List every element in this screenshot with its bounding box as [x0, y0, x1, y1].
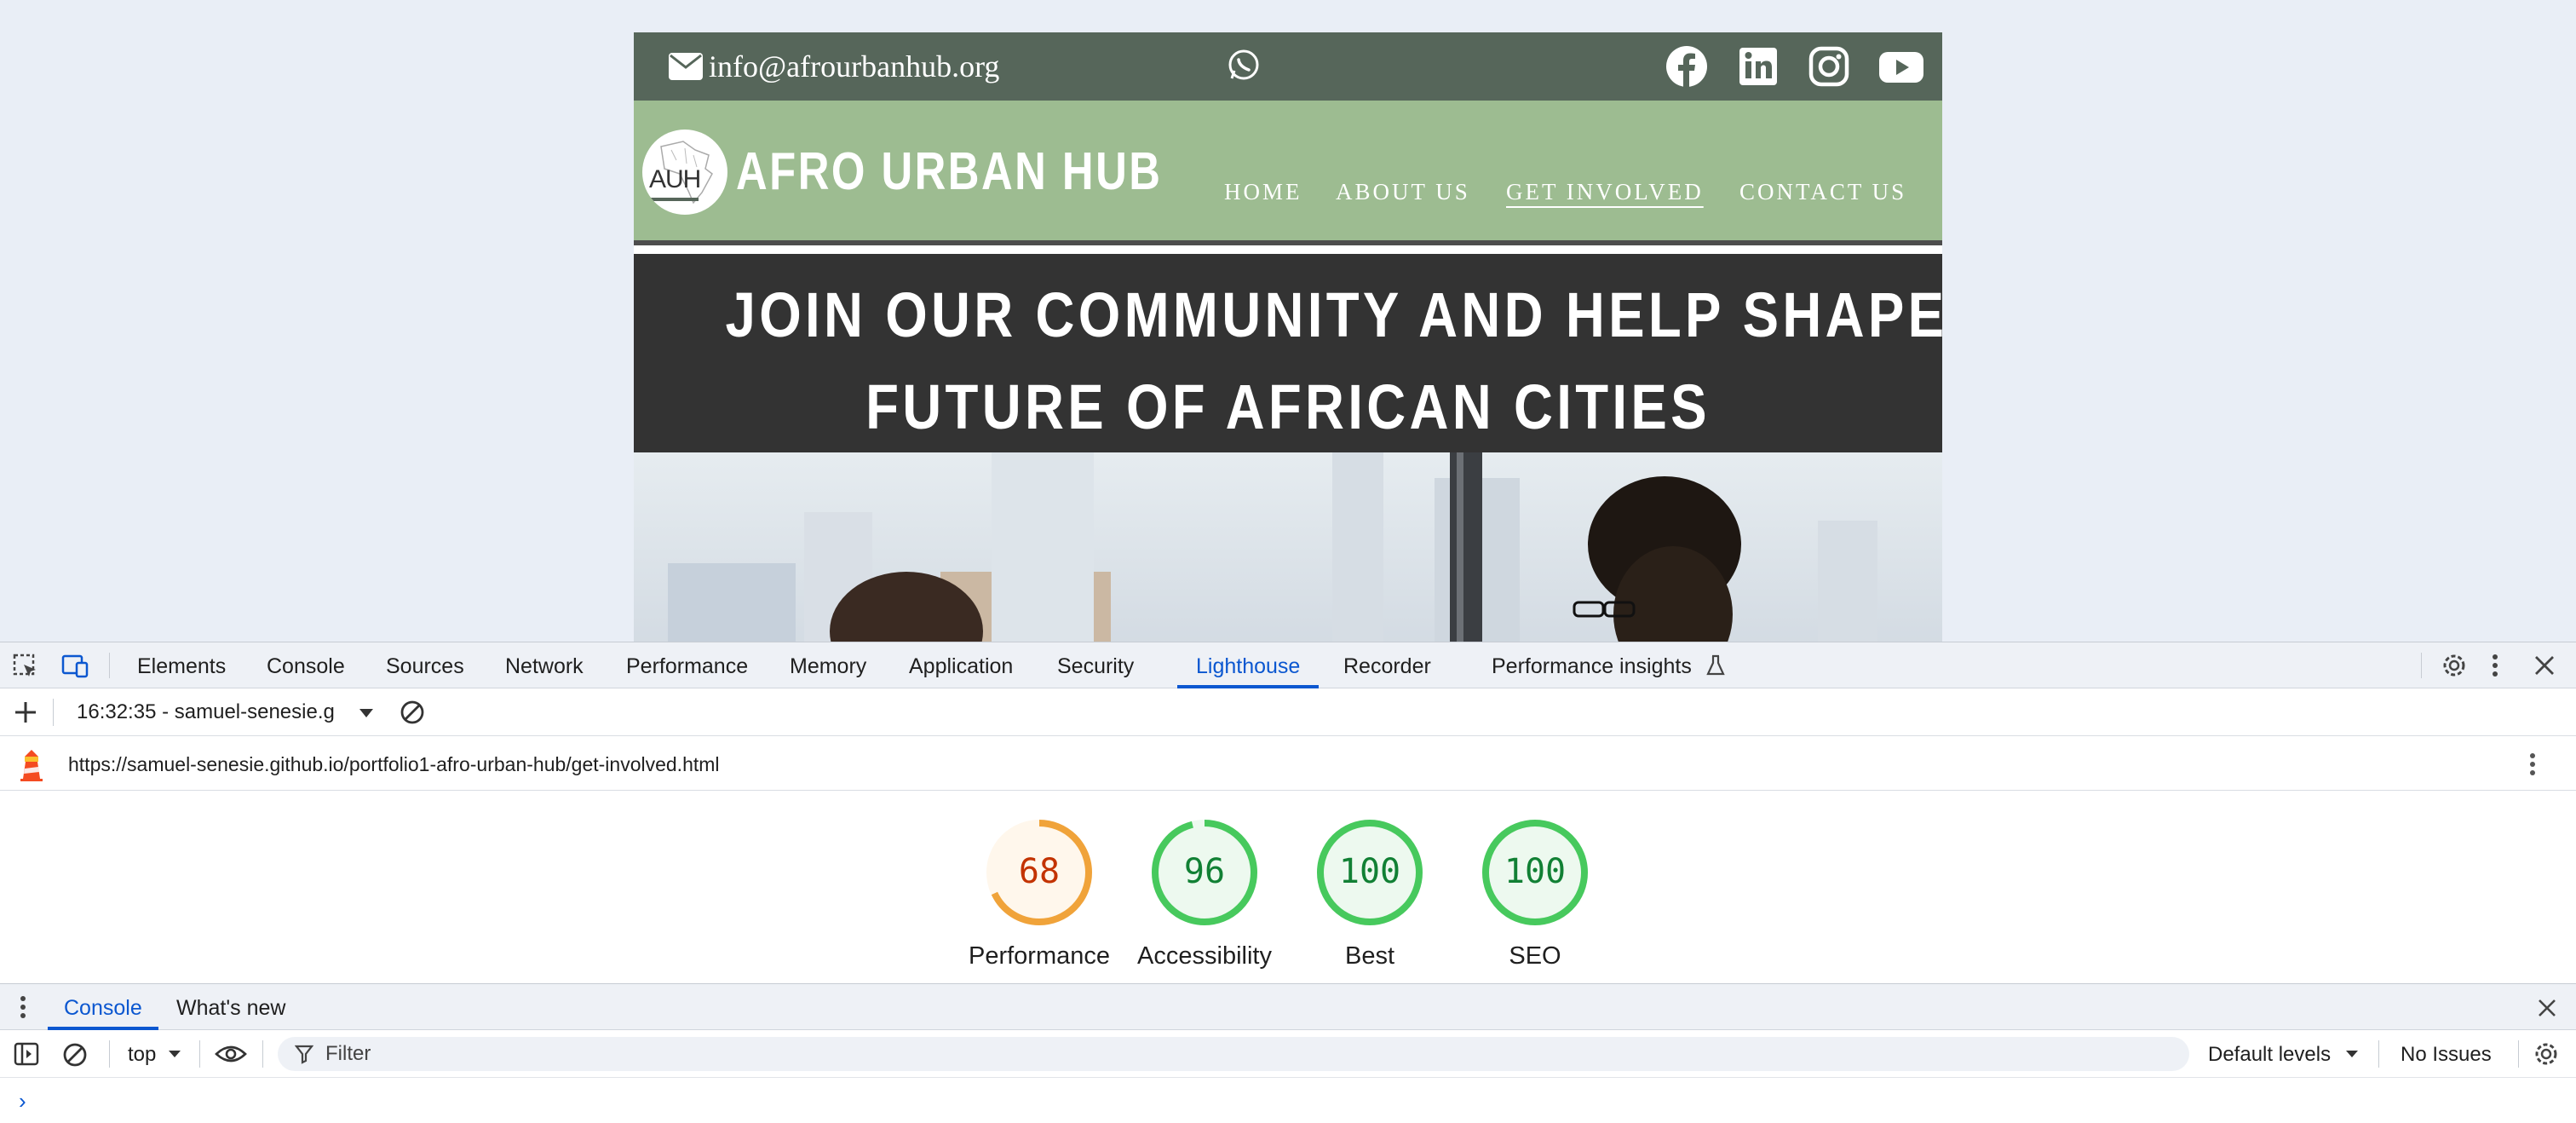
- score-value: 96: [1184, 852, 1225, 891]
- main-navbar: AUH AFRO URBAN HUB HOME ABOUT US GET INV…: [634, 101, 1942, 245]
- lighthouse-logo-icon: [17, 748, 46, 782]
- logo-text: AUH: [649, 165, 701, 193]
- score-ring: 96: [1152, 820, 1257, 925]
- score-value: 100: [1339, 852, 1400, 891]
- linkedin-icon[interactable]: [1738, 44, 1779, 89]
- email-link[interactable]: info@afrourbanhub.org: [668, 46, 999, 87]
- devtools-tabbar: Elements Console Sources Network Perform…: [0, 642, 2576, 688]
- nav-contact-us[interactable]: CONTACT US: [1739, 179, 1906, 205]
- nav-get-involved[interactable]: GET INVOLVED: [1506, 179, 1704, 205]
- log-levels-select[interactable]: Default levels: [2208, 1043, 2331, 1067]
- score-ring: 68: [986, 820, 1092, 925]
- devtools-panel: Elements Console Sources Network Perform…: [0, 642, 2576, 1123]
- levels-dropdown-icon[interactable]: [2344, 1049, 2360, 1059]
- drawer-menu-icon[interactable]: [19, 994, 27, 1020]
- new-report-plus-icon[interactable]: [14, 700, 37, 724]
- score-ring: 100: [1482, 820, 1588, 925]
- tab-security[interactable]: Security: [1057, 642, 1134, 688]
- report-dropdown-icon[interactable]: [358, 707, 375, 719]
- facebook-icon[interactable]: [1665, 44, 1709, 89]
- live-expression-eye-icon[interactable]: [215, 1042, 247, 1066]
- score-value: 68: [1019, 852, 1060, 891]
- drawer-tabbar: Console What's new: [0, 984, 2576, 1030]
- tab-elements[interactable]: Elements: [137, 642, 226, 688]
- lighthouse-toolbar: 16:32:35 - samuel-senesie.g: [0, 688, 2576, 736]
- tab-memory[interactable]: Memory: [790, 642, 866, 688]
- close-devtools-icon[interactable]: [2533, 654, 2556, 677]
- hero-title-line-2: FUTURE OF AFRICAN CITIES: [865, 371, 1711, 442]
- close-drawer-icon[interactable]: [2537, 998, 2557, 1018]
- drawer-tab-whats-new[interactable]: What's new: [176, 984, 285, 1030]
- console-sidebar-icon[interactable]: [14, 1042, 39, 1066]
- hero-photo: [634, 452, 1942, 642]
- hero-title: JOIN OUR COMMUNITY AND HELP SHAPE THE FU…: [726, 269, 1942, 453]
- tab-console[interactable]: Console: [267, 642, 345, 688]
- instagram-icon[interactable]: [1808, 44, 1850, 89]
- tab-performance[interactable]: Performance: [626, 642, 748, 688]
- envelope-icon: [669, 53, 703, 80]
- more-options-icon[interactable]: [2491, 653, 2499, 678]
- contact-topbar: info@afrourbanhub.org: [634, 32, 1942, 101]
- console-filter[interactable]: [278, 1037, 2189, 1071]
- flask-icon: [1705, 654, 1726, 677]
- tab-recorder[interactable]: Recorder: [1343, 642, 1431, 688]
- report-menu-icon[interactable]: [2528, 752, 2537, 777]
- brand-name[interactable]: AFRO URBAN HUB: [736, 141, 1162, 202]
- lighthouse-report: 68 Performance 96 Accessibility 100 Best 100 SE…: [0, 791, 2576, 983]
- drawer-tab-console[interactable]: Console: [48, 984, 158, 1030]
- clear-console-icon[interactable]: [61, 1041, 89, 1068]
- inspect-element-icon[interactable]: [12, 653, 39, 680]
- audited-url: https://samuel-senesie.github.io/portfol…: [68, 753, 720, 775]
- site-logo[interactable]: AUH: [642, 130, 727, 215]
- hero-banner: JOIN OUR COMMUNITY AND HELP SHAPE THE FU…: [634, 254, 1942, 452]
- tab-sources[interactable]: Sources: [386, 642, 464, 688]
- score-gauge-seo[interactable]: 100 SEO: [1433, 816, 1637, 970]
- score-value: 100: [1504, 852, 1566, 891]
- tab-application[interactable]: Application: [909, 642, 1013, 688]
- page-viewport: info@afrourbanhub.org AUH AFRO URBAN HUB…: [0, 0, 2576, 642]
- console-settings-icon[interactable]: [2532, 1039, 2561, 1068]
- device-toolbar-icon[interactable]: [60, 653, 90, 680]
- website: info@afrourbanhub.org AUH AFRO URBAN HUB…: [634, 32, 1942, 642]
- nav-home[interactable]: HOME: [1224, 179, 1302, 205]
- report-select[interactable]: 16:32:35 - samuel-senesie.g: [77, 700, 351, 724]
- whatsapp-icon[interactable]: [1227, 48, 1261, 82]
- context-select[interactable]: top: [128, 1043, 156, 1067]
- tab-performance-insights[interactable]: Performance insights: [1492, 642, 1692, 688]
- console-toolbar: top Default levels No Issues: [0, 1030, 2576, 1078]
- nav-about-us[interactable]: ABOUT US: [1336, 179, 1470, 205]
- filter-funnel-icon: [295, 1044, 313, 1064]
- score-ring: 100: [1317, 820, 1423, 925]
- issues-counter[interactable]: No Issues: [2401, 1043, 2492, 1067]
- tab-network[interactable]: Network: [505, 642, 584, 688]
- lighthouse-urlbar: https://samuel-senesie.github.io/portfol…: [0, 736, 2576, 791]
- youtube-icon[interactable]: [1877, 44, 1925, 89]
- score-label: SEO: [1509, 942, 1561, 970]
- console-drawer: Console What's new top Filter Default le…: [0, 983, 2576, 1123]
- settings-gear-icon[interactable]: [2440, 651, 2469, 680]
- context-dropdown-icon[interactable]: [167, 1049, 182, 1059]
- email-text: info@afrourbanhub.org: [709, 49, 1000, 84]
- filter-input[interactable]: [325, 1040, 2114, 1068]
- console-prompt[interactable]: ›: [19, 1088, 26, 1114]
- clear-reports-icon[interactable]: [399, 699, 426, 726]
- hero-photo-image: [668, 452, 1877, 642]
- hero-title-line-1: JOIN OUR COMMUNITY AND HELP SHAPE THE: [725, 279, 1942, 350]
- tab-lighthouse[interactable]: Lighthouse: [1177, 642, 1320, 688]
